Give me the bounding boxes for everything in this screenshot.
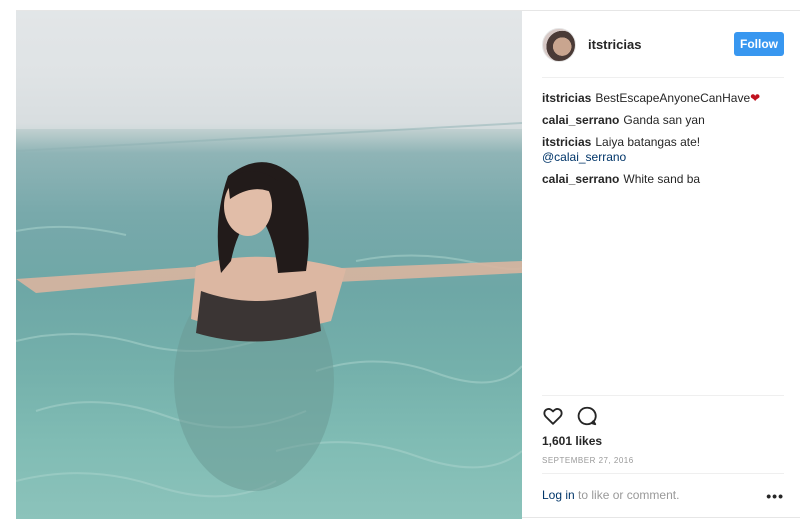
footer-divider: [542, 473, 784, 474]
post-sidebar: itstricias Follow itstricias BestEscapeAn…: [522, 11, 800, 519]
comment-icon[interactable]: [576, 405, 598, 427]
comment-mention[interactable]: @calai_serrano: [542, 150, 626, 164]
heart-icon[interactable]: [542, 405, 564, 427]
comment-username[interactable]: itstricias: [542, 135, 591, 149]
comment-username[interactable]: calai_serrano: [542, 113, 619, 127]
instagram-post: itstricias Follow itstricias BestEscapeAn…: [16, 10, 800, 519]
post-header: itstricias Follow: [542, 25, 784, 65]
comment-text: BestEscapeAnyoneCanHave: [595, 91, 751, 105]
comment-item: itstricias BestEscapeAnyoneCanHave❤: [542, 91, 784, 106]
action-bar: [542, 405, 622, 429]
comment-username[interactable]: itstricias: [542, 91, 591, 105]
avatar[interactable]: [542, 28, 576, 62]
comment-text: White sand ba: [623, 172, 701, 186]
login-link[interactable]: Log in: [542, 488, 575, 502]
comments-list: itstricias BestEscapeAnyoneCanHave❤ calai…: [542, 91, 784, 194]
comment-text: Ganda san yan: [623, 113, 705, 127]
photo-illustration: [16, 11, 522, 498]
comment-item: calai_serrano White sand ba: [542, 172, 784, 187]
header-divider: [542, 77, 784, 78]
comment-item: calai_serrano Ganda san yan: [542, 113, 784, 128]
heart-emoji: ❤: [750, 91, 761, 105]
likes-count[interactable]: 1,601 likes: [542, 434, 602, 448]
more-options-icon[interactable]: •••: [766, 488, 784, 504]
actions-divider: [542, 395, 784, 396]
comment-username[interactable]: calai_serrano: [542, 172, 619, 186]
login-suffix-text: to like or comment.: [574, 488, 680, 502]
login-prompt: Log in to like or comment. •••: [542, 488, 784, 504]
post-date[interactable]: SEPTEMBER 27, 2016: [542, 456, 634, 465]
comment-item: itstricias Laiya batangas ate! @calai_ser…: [542, 135, 784, 165]
follow-button[interactable]: Follow: [734, 32, 784, 56]
header-username[interactable]: itstricias: [588, 37, 641, 52]
comment-text: Laiya batangas ate!: [595, 135, 701, 149]
post-photo[interactable]: [16, 11, 522, 519]
